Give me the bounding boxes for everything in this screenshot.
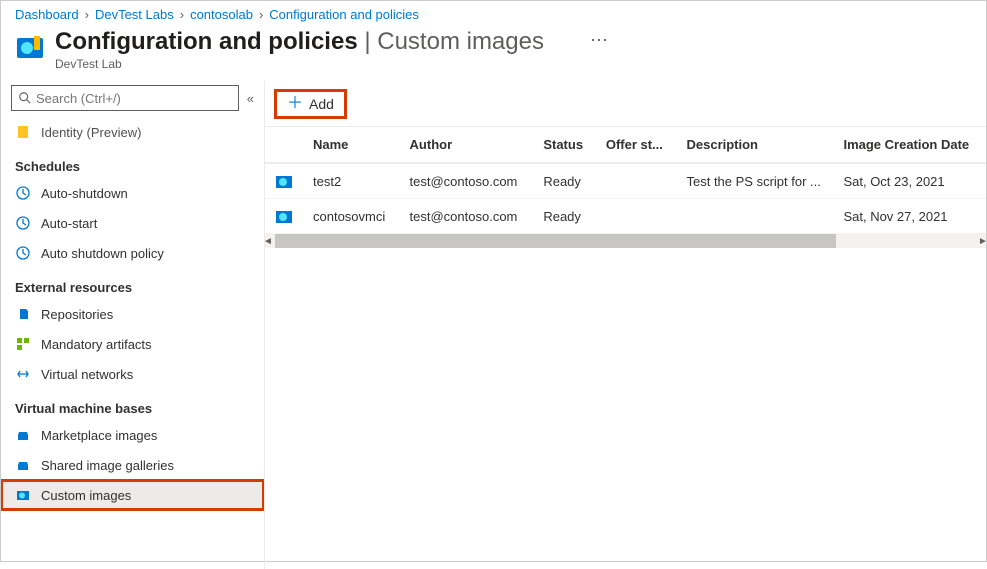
marketplace-icon — [15, 427, 31, 443]
sidebar: « Identity (Preview) Schedules Auto-shut… — [1, 81, 265, 569]
sidebar-item-identity[interactable]: Identity (Preview) — [1, 117, 264, 147]
sidebar-item-auto-shutdown-policy[interactable]: Auto shutdown policy — [1, 238, 264, 268]
col-author[interactable]: Author — [400, 127, 534, 163]
chevron-right-icon: › — [85, 7, 89, 22]
cell-offer — [596, 163, 677, 199]
clock-icon — [15, 185, 31, 201]
cell-description — [676, 199, 833, 234]
toolbar: ＋ Add — [265, 81, 986, 127]
sidebar-menu: Identity (Preview) Schedules Auto-shutdo… — [1, 117, 264, 569]
sidebar-group-vmbases: Virtual machine bases — [1, 389, 264, 420]
cell-created: Sat, Oct 23, 2021 — [833, 163, 986, 199]
sidebar-item-virtual-networks[interactable]: Virtual networks — [1, 359, 264, 389]
sidebar-item-label: Auto shutdown policy — [41, 246, 164, 261]
search-icon — [18, 91, 32, 105]
col-offer[interactable]: Offer st... — [596, 127, 677, 163]
sidebar-item-custom-images[interactable]: Custom images — [1, 480, 264, 510]
sidebar-item-label: Shared image galleries — [41, 458, 174, 473]
col-created[interactable]: Image Creation Date — [833, 127, 986, 163]
col-name[interactable]: Name — [303, 127, 400, 163]
cell-name: test2 — [303, 163, 400, 199]
identity-icon — [15, 124, 31, 140]
main-panel: ＋ Add Name Author Status Offer st... Des… — [265, 81, 986, 569]
cell-name: contosovmci — [303, 199, 400, 234]
cell-created: Sat, Nov 27, 2021 — [833, 199, 986, 234]
sidebar-item-label: Identity (Preview) — [41, 125, 141, 140]
add-button[interactable]: ＋ Add — [277, 92, 344, 116]
scroll-left-icon[interactable]: ◄ — [265, 234, 275, 248]
clock-icon — [15, 215, 31, 231]
cell-offer — [596, 199, 677, 234]
cell-status: Ready — [533, 199, 596, 234]
scrollbar-thumb[interactable] — [275, 234, 836, 248]
more-actions-button[interactable]: ⋯ — [590, 28, 608, 52]
cell-author: test@contoso.com — [400, 163, 534, 199]
artifacts-icon — [15, 336, 31, 352]
breadcrumb-link-dashboard[interactable]: Dashboard — [15, 7, 79, 22]
col-description[interactable]: Description — [676, 127, 833, 163]
search-input[interactable] — [36, 91, 232, 106]
clock-icon — [15, 245, 31, 261]
scroll-right-icon[interactable]: ► — [976, 234, 986, 248]
breadcrumb-link-configuration[interactable]: Configuration and policies — [269, 7, 419, 22]
custom-image-icon — [15, 487, 31, 503]
vnet-icon — [15, 366, 31, 382]
sidebar-item-marketplace-images[interactable]: Marketplace images — [1, 420, 264, 450]
col-status[interactable]: Status — [533, 127, 596, 163]
sidebar-item-label: Virtual networks — [41, 367, 133, 382]
cell-author: test@contoso.com — [400, 199, 534, 234]
page-subtitle: DevTest Lab — [55, 57, 544, 71]
collapse-sidebar-button[interactable]: « — [247, 91, 254, 106]
chevron-right-icon: › — [259, 7, 263, 22]
breadcrumb-link-devtestlabs[interactable]: DevTest Labs — [95, 7, 174, 22]
cell-status: Ready — [533, 163, 596, 199]
custom-images-table: Name Author Status Offer st... Descripti… — [265, 127, 986, 234]
sidebar-item-auto-shutdown[interactable]: Auto-shutdown — [1, 178, 264, 208]
devtest-lab-icon — [15, 32, 45, 62]
sidebar-group-schedules: Schedules — [1, 147, 264, 178]
table-row[interactable]: test2 test@contoso.com Ready Test the PS… — [265, 163, 986, 199]
sidebar-item-shared-image-galleries[interactable]: Shared image galleries — [1, 450, 264, 480]
repo-icon — [15, 306, 31, 322]
custom-image-icon — [265, 163, 303, 199]
page-title: Configuration and policies | Custom imag… — [55, 28, 544, 56]
table-row[interactable]: contosovmci test@contoso.com Ready Sat, … — [265, 199, 986, 234]
sidebar-item-label: Mandatory artifacts — [41, 337, 152, 352]
page-header: Configuration and policies | Custom imag… — [1, 24, 986, 81]
horizontal-scrollbar[interactable]: ◄ ► — [275, 234, 976, 248]
breadcrumb-link-contosolab[interactable]: contosolab — [190, 7, 253, 22]
gallery-icon — [15, 457, 31, 473]
sidebar-item-label: Custom images — [41, 488, 131, 503]
add-button-label: Add — [309, 96, 334, 112]
sidebar-item-label: Auto-start — [41, 216, 97, 231]
sidebar-group-external: External resources — [1, 268, 264, 299]
sidebar-item-repositories[interactable]: Repositories — [1, 299, 264, 329]
sidebar-item-auto-start[interactable]: Auto-start — [1, 208, 264, 238]
cell-description: Test the PS script for ... — [676, 163, 833, 199]
custom-image-icon — [265, 199, 303, 234]
sidebar-item-label: Repositories — [41, 307, 113, 322]
chevron-right-icon: › — [180, 7, 184, 22]
search-box[interactable] — [11, 85, 239, 111]
sidebar-item-label: Auto-shutdown — [41, 186, 128, 201]
sidebar-item-mandatory-artifacts[interactable]: Mandatory artifacts — [1, 329, 264, 359]
sidebar-item-label: Marketplace images — [41, 428, 157, 443]
plus-icon: ＋ — [287, 97, 303, 111]
breadcrumb: Dashboard › DevTest Labs › contosolab › … — [1, 1, 986, 24]
